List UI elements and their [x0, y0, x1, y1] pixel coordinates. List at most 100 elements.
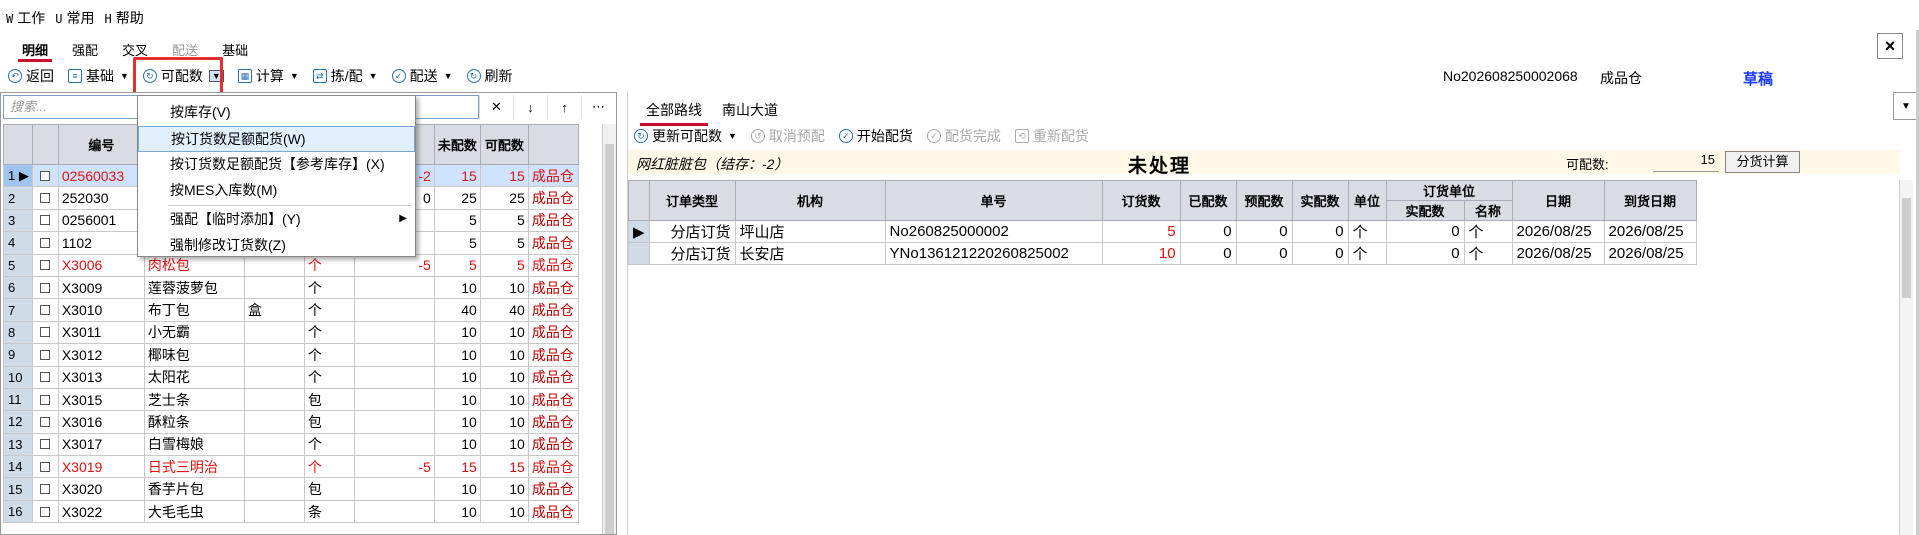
row-checkbox[interactable] [31, 208, 59, 233]
cell-actual[interactable]: 0 [1291, 242, 1349, 265]
move-down-icon[interactable]: ↓ [513, 95, 547, 119]
header-available[interactable]: 可配数 [479, 124, 529, 165]
row-checkbox[interactable] [31, 410, 59, 434]
cell-actual[interactable]: 0 [1291, 220, 1349, 243]
header-pre[interactable]: 预配数 [1235, 180, 1293, 221]
row-checkbox[interactable] [31, 477, 59, 501]
header-ou-name[interactable]: 名称 [1463, 200, 1513, 221]
cell-diff [353, 410, 435, 434]
status-badge: 草稿 [1743, 71, 1774, 88]
match-done-button[interactable]: ✓ 配货完成 [926, 126, 1001, 146]
table-row[interactable]: 9 X3012 椰味包个 10 10 成品仓 [3, 343, 579, 367]
row-checkbox[interactable] [31, 163, 59, 188]
row-checkbox[interactable] [31, 499, 59, 524]
menu-by-mes-inbound[interactable]: 按MES入库数(M) [138, 178, 415, 204]
tab-route-nanshan[interactable]: 南山大道 [712, 96, 788, 124]
tab-all-routes[interactable]: 全部路线 [636, 96, 712, 126]
rematch-button[interactable]: ⟲ 重新配货 [1014, 126, 1089, 146]
row-checkbox[interactable] [31, 365, 59, 389]
close-button[interactable]: × [1877, 33, 1903, 59]
basic-button[interactable]: ≡ 基础 ▼ [68, 66, 129, 86]
update-available-button[interactable]: ↻ 更新可配数 ▼ [634, 126, 737, 146]
menu-force-match-temp[interactable]: 强配【临时添加】(Y) ▶ [138, 207, 415, 233]
table-row[interactable]: 13 X3017 白雪梅娘个 10 10 成品仓 [3, 432, 579, 457]
header-unit[interactable]: 单位 [1347, 180, 1387, 221]
refresh-button[interactable]: ↻ 刷新 [466, 66, 513, 86]
tab-force-match[interactable]: 强配 [60, 36, 110, 62]
cell-org: 坪山店 [734, 220, 886, 243]
row-number: 11 [3, 387, 33, 412]
available-value-field[interactable]: 15 [1653, 152, 1719, 172]
header-code[interactable]: 编号 [57, 124, 145, 165]
row-checkbox[interactable] [31, 343, 59, 367]
cell-order-qty: 5 [1101, 220, 1181, 243]
table-row[interactable]: 6 X3009 莲蓉菠萝包个 10 10 成品仓 [3, 275, 579, 300]
row-checkbox[interactable] [31, 186, 59, 210]
header-warehouse[interactable] [527, 124, 579, 165]
header-date[interactable]: 日期 [1511, 180, 1605, 221]
cancel-prematch-button[interactable]: ↺ 取消预配 [750, 126, 825, 146]
table-row[interactable]: 11 X3015 芝士条包 10 10 成品仓 [3, 387, 579, 412]
row-checkbox[interactable] [31, 231, 59, 255]
cell-name: 酥粒条 [143, 410, 245, 434]
menu-by-stock[interactable]: 按库存(V) [138, 100, 415, 126]
move-up-icon[interactable]: ↑ [547, 95, 581, 119]
table-row[interactable]: 10 X3013 太阳花个 10 10 成品仓 [3, 365, 579, 389]
header-order-type[interactable]: 订单类型 [648, 180, 736, 221]
row-checkbox[interactable] [31, 432, 59, 457]
split-calc-button[interactable]: 分货计算 [1725, 151, 1800, 173]
header-arrive-date[interactable]: 到货日期 [1603, 180, 1697, 221]
cell-ou-actual: 0 [1385, 242, 1465, 265]
row-checkbox[interactable] [31, 455, 59, 479]
header-org[interactable]: 机构 [734, 180, 886, 221]
header-matched[interactable]: 已配数 [1179, 180, 1237, 221]
cell-pkg [243, 410, 305, 434]
row-checkbox[interactable] [31, 253, 59, 277]
header-check[interactable] [31, 124, 59, 165]
table-row[interactable]: 12 X3016 酥粒条包 10 10 成品仓 [3, 410, 579, 434]
cell-warehouse: 成品仓 [527, 186, 579, 210]
scroll-thumb[interactable] [605, 144, 614, 534]
row-checkbox[interactable] [31, 298, 59, 322]
calc-button[interactable]: ▦ 计算 ▼ [237, 66, 299, 86]
tab-detail[interactable]: 明细 [10, 36, 60, 62]
cell-diff [353, 477, 435, 501]
header-actual[interactable]: 实配数 [1291, 180, 1349, 221]
row-checkbox[interactable] [31, 387, 59, 412]
table-row[interactable]: 8 X3011 小无霸个 10 10 成品仓 [3, 320, 579, 345]
header-order-unit[interactable]: 订货单位 [1385, 180, 1513, 201]
row-checkbox[interactable] [31, 275, 59, 300]
row-checkbox[interactable] [31, 320, 59, 345]
table-row[interactable]: 分店订货 长安店 YNo136121220260825002 10 0 0 0 个 0 个 2026… [628, 242, 1697, 265]
right-scrollbar[interactable] [1899, 180, 1913, 535]
cell-pkg [243, 320, 305, 345]
table-row[interactable]: ▶ 分店订货 坪山店 No260825000002 5 0 0 0 个 0 个 2026/08/25 2… [628, 220, 1697, 243]
document-number: No202608250002068 [1443, 68, 1578, 84]
table-row[interactable]: 7 X3010 布丁包盒个 40 40 成品仓 [3, 298, 579, 322]
scroll-thumb[interactable] [1902, 198, 1911, 298]
cell-code: X3015 [57, 387, 145, 412]
cell-date: 2026/08/25 [1511, 242, 1605, 265]
clear-search-icon[interactable]: ✕ [479, 95, 513, 119]
cell-unmatched: 5 [433, 253, 481, 277]
header-bill-no[interactable]: 单号 [884, 180, 1103, 221]
back-button[interactable]: ↶ 返回 [8, 66, 54, 86]
start-match-button[interactable]: ✓ 开始配货 [838, 126, 913, 146]
header-order-qty[interactable]: 订货数 [1101, 180, 1181, 221]
menu-force-edit-order-qty[interactable]: 强制修改订货数(Z) [138, 233, 415, 259]
header-unmatched[interactable]: 未配数 [433, 124, 481, 165]
menu-common[interactable]: U 常用 [55, 8, 94, 28]
header-ou-actual[interactable]: 实配数 [1385, 200, 1465, 221]
deliver-button[interactable]: ✓ 配送 ▼ [391, 66, 453, 86]
table-row[interactable]: 14 X3019 日式三明治个 -5 15 15 成品仓 [3, 455, 579, 479]
table-row[interactable]: 15 X3020 香芋片包包 10 10 成品仓 [3, 477, 579, 501]
more-icon[interactable]: ⋯ [581, 95, 615, 119]
menu-work[interactable]: W 工作 [6, 8, 45, 28]
table-row[interactable]: 16 X3022 大毛毛虫条 10 10 成品仓 [3, 499, 579, 524]
pick-button[interactable]: ⇄ 拣/配 ▼ [312, 66, 378, 86]
menu-help[interactable]: H 帮助 [104, 8, 143, 28]
product-name: 网红脏脏包（结存：-2） [636, 156, 789, 172]
left-scrollbar[interactable] [602, 124, 616, 534]
menu-by-order-full-ref-stock[interactable]: 按订货数足额配货【参考库存】(X) [138, 152, 415, 178]
menu-by-order-full[interactable]: 按订货数足额配货(W) [138, 126, 415, 152]
